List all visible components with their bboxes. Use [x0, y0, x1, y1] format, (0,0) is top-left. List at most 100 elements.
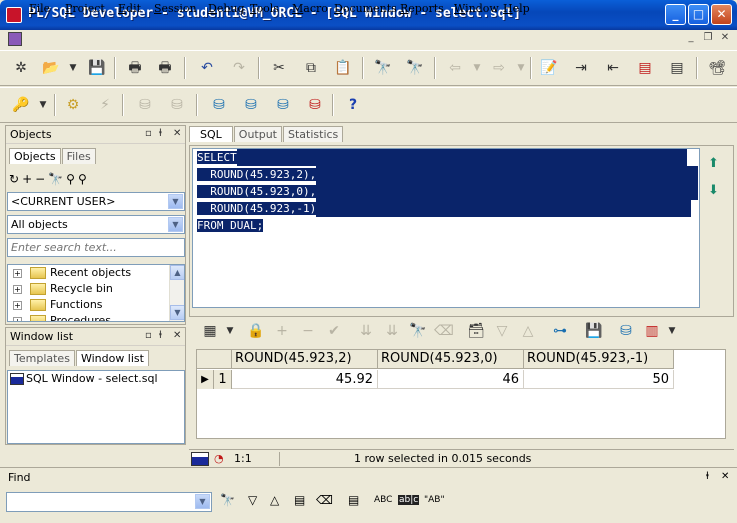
menu-help[interactable]: Help: [503, 2, 530, 15]
chart-dropdown-icon[interactable]: ▼: [661, 320, 683, 342]
column-header[interactable]: ROUND(45.923,2): [232, 350, 378, 369]
result-grid[interactable]: ROUND(45.923,2) ROUND(45.923,0) ROUND(45…: [196, 349, 726, 439]
find-binoculars-icon[interactable]: 🔭: [220, 493, 235, 507]
tab-templates[interactable]: Templates: [9, 350, 75, 366]
regex-option[interactable]: "AB": [424, 495, 445, 505]
match-case-option[interactable]: ABC: [374, 495, 392, 505]
panel-close-icon[interactable]: ✕: [173, 128, 181, 139]
minimize-button[interactable]: _: [665, 4, 686, 25]
close-button[interactable]: ✕: [711, 4, 732, 25]
arrow-up-icon[interactable]: ⬆: [708, 156, 719, 171]
filter-combo[interactable]: All objects ▼: [7, 215, 185, 234]
menu-edit[interactable]: Edit: [118, 2, 141, 15]
paste-icon[interactable]: 📋: [332, 57, 354, 79]
grid-cell[interactable]: 46: [378, 370, 524, 389]
menu-debug[interactable]: Debug: [208, 2, 245, 15]
menu-window[interactable]: Window: [454, 2, 499, 15]
chart-icon[interactable]: ▥: [641, 320, 663, 342]
add-icon[interactable]: +: [22, 172, 35, 186]
grid-cell[interactable]: 50: [524, 370, 674, 389]
tree-item-procedures[interactable]: + Procedures: [8, 313, 184, 321]
scroll-up-icon[interactable]: ▲: [170, 265, 184, 280]
tab-objects[interactable]: Objects: [9, 148, 61, 164]
column-header[interactable]: ROUND(45.923,-1): [524, 350, 674, 369]
panel-float-icon[interactable]: ▫: [145, 128, 152, 139]
menu-macro[interactable]: Macro: [292, 2, 328, 15]
grid-dropdown-icon[interactable]: ▼: [219, 320, 241, 342]
grid-icon[interactable]: ▦: [199, 320, 221, 342]
list-item[interactable]: SQL Window - select.sql: [8, 371, 184, 387]
panel-pin-icon[interactable]: ⱡ: [159, 128, 162, 139]
find-icon[interactable]: 🔭: [372, 57, 394, 79]
menu-reports[interactable]: Reports: [400, 2, 444, 15]
arrow-down-icon[interactable]: ⬇: [708, 183, 719, 198]
panel-close-icon[interactable]: ✕: [173, 330, 181, 341]
find-in-selection-icon[interactable]: ▤: [348, 493, 359, 507]
tab-window-list[interactable]: Window list: [75, 350, 149, 366]
chevron-down-icon[interactable]: ▼: [168, 194, 183, 209]
logon-dropdown-icon[interactable]: ▼: [32, 94, 54, 116]
find-replace-icon[interactable]: 🔭: [404, 57, 426, 79]
mdi-minimize-button[interactable]: _: [684, 32, 698, 45]
column-header[interactable]: ROUND(45.923,0): [378, 350, 524, 369]
tab-output[interactable]: Output: [233, 126, 282, 142]
copy-icon[interactable]: ⧉: [300, 57, 322, 79]
remove-icon[interactable]: −: [35, 172, 48, 186]
whole-word-option[interactable]: ab|c: [398, 495, 420, 505]
projector-icon[interactable]: 📽: [706, 57, 728, 79]
undo-icon[interactable]: ↶: [196, 57, 218, 79]
help-icon[interactable]: ?: [342, 94, 364, 116]
query-by-example-icon[interactable]: 🗃: [465, 320, 487, 342]
chevron-down-icon[interactable]: ▼: [195, 494, 210, 509]
search-input[interactable]: [7, 238, 185, 257]
tab-statistics[interactable]: Statistics: [283, 126, 344, 142]
panel-float-icon[interactable]: ▫: [145, 330, 152, 341]
comment-icon[interactable]: ▤: [634, 57, 656, 79]
find-next-icon[interactable]: ▽: [248, 493, 257, 507]
execute-icon[interactable]: ⚙: [62, 94, 84, 116]
tree-scrollbar[interactable]: ▲ ▼: [169, 265, 184, 321]
filter-options-icon[interactable]: ⚲: [78, 172, 90, 186]
tree-item-recent[interactable]: + Recent objects: [8, 265, 184, 281]
find-text-combo[interactable]: ▼: [6, 492, 212, 512]
panel-pin-icon[interactable]: ⱡ: [159, 330, 162, 341]
cut-icon[interactable]: ✂: [268, 57, 290, 79]
open-icon[interactable]: 📂: [40, 57, 62, 79]
panel-close-icon[interactable]: ✕: [721, 471, 729, 482]
mdi-restore-button[interactable]: ❐: [701, 32, 715, 45]
print-icon[interactable]: 🖶: [124, 57, 146, 79]
export-save-icon[interactable]: 💾: [583, 320, 605, 342]
document-icon[interactable]: [8, 32, 22, 46]
open-dropdown-icon[interactable]: ▼: [62, 57, 84, 79]
query-find-icon[interactable]: 🔭: [407, 320, 429, 342]
lock-icon[interactable]: 🔒: [245, 320, 267, 342]
print-preview-icon[interactable]: 🖶: [154, 57, 176, 79]
menu-documents[interactable]: Documents: [334, 2, 397, 15]
tree-view-icon[interactable]: ⊶: [549, 320, 571, 342]
uncomment-icon[interactable]: ▤: [666, 57, 688, 79]
export-icon[interactable]: ⛁: [615, 320, 637, 342]
command-window-icon[interactable]: ⛁: [240, 94, 262, 116]
eraser-icon[interactable]: ⌫: [316, 493, 333, 507]
tree-item-functions[interactable]: + Functions: [8, 297, 184, 313]
menu-project[interactable]: Project: [65, 2, 105, 15]
grid-cell[interactable]: 45.92: [232, 370, 378, 389]
tab-sql[interactable]: SQL: [189, 126, 233, 142]
menu-file[interactable]: File: [29, 2, 50, 15]
panel-pin-icon[interactable]: ⱡ: [706, 471, 709, 482]
menu-tools[interactable]: Tools: [250, 2, 279, 15]
find-previous-icon[interactable]: △: [270, 493, 279, 507]
refresh-icon[interactable]: ↻: [9, 172, 22, 186]
maximize-button[interactable]: □: [688, 4, 709, 25]
unindent-icon[interactable]: ⇤: [602, 57, 624, 79]
menu-session[interactable]: Session: [154, 2, 197, 15]
logon-key-icon[interactable]: 🔑: [10, 94, 32, 116]
chevron-down-icon[interactable]: ▼: [168, 217, 183, 232]
highlight-all-icon[interactable]: ▤: [294, 493, 305, 507]
tree-item-recycle[interactable]: + Recycle bin: [8, 281, 184, 297]
sql-window-icon[interactable]: ⛁: [208, 94, 230, 116]
sql-editor[interactable]: SELECT ROUND(45.923,2), ROUND(45.923,0),…: [192, 148, 700, 308]
new-icon[interactable]: ✲: [10, 57, 32, 79]
mdi-close-button[interactable]: ✕: [718, 32, 732, 45]
check-icon[interactable]: 📝: [538, 57, 560, 79]
